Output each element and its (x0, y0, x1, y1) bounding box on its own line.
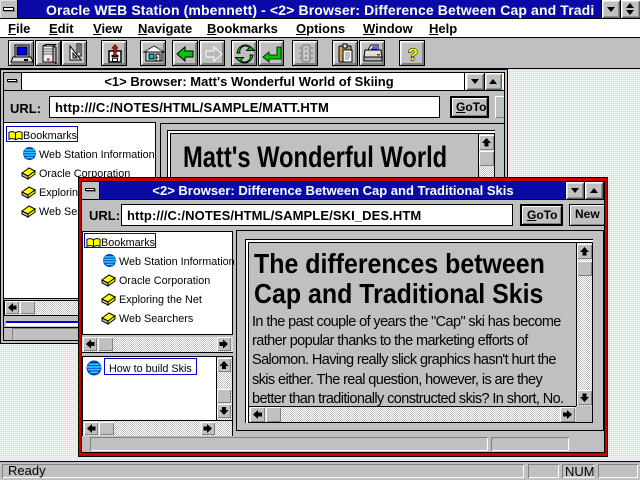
svg-text:?: ? (408, 45, 418, 64)
